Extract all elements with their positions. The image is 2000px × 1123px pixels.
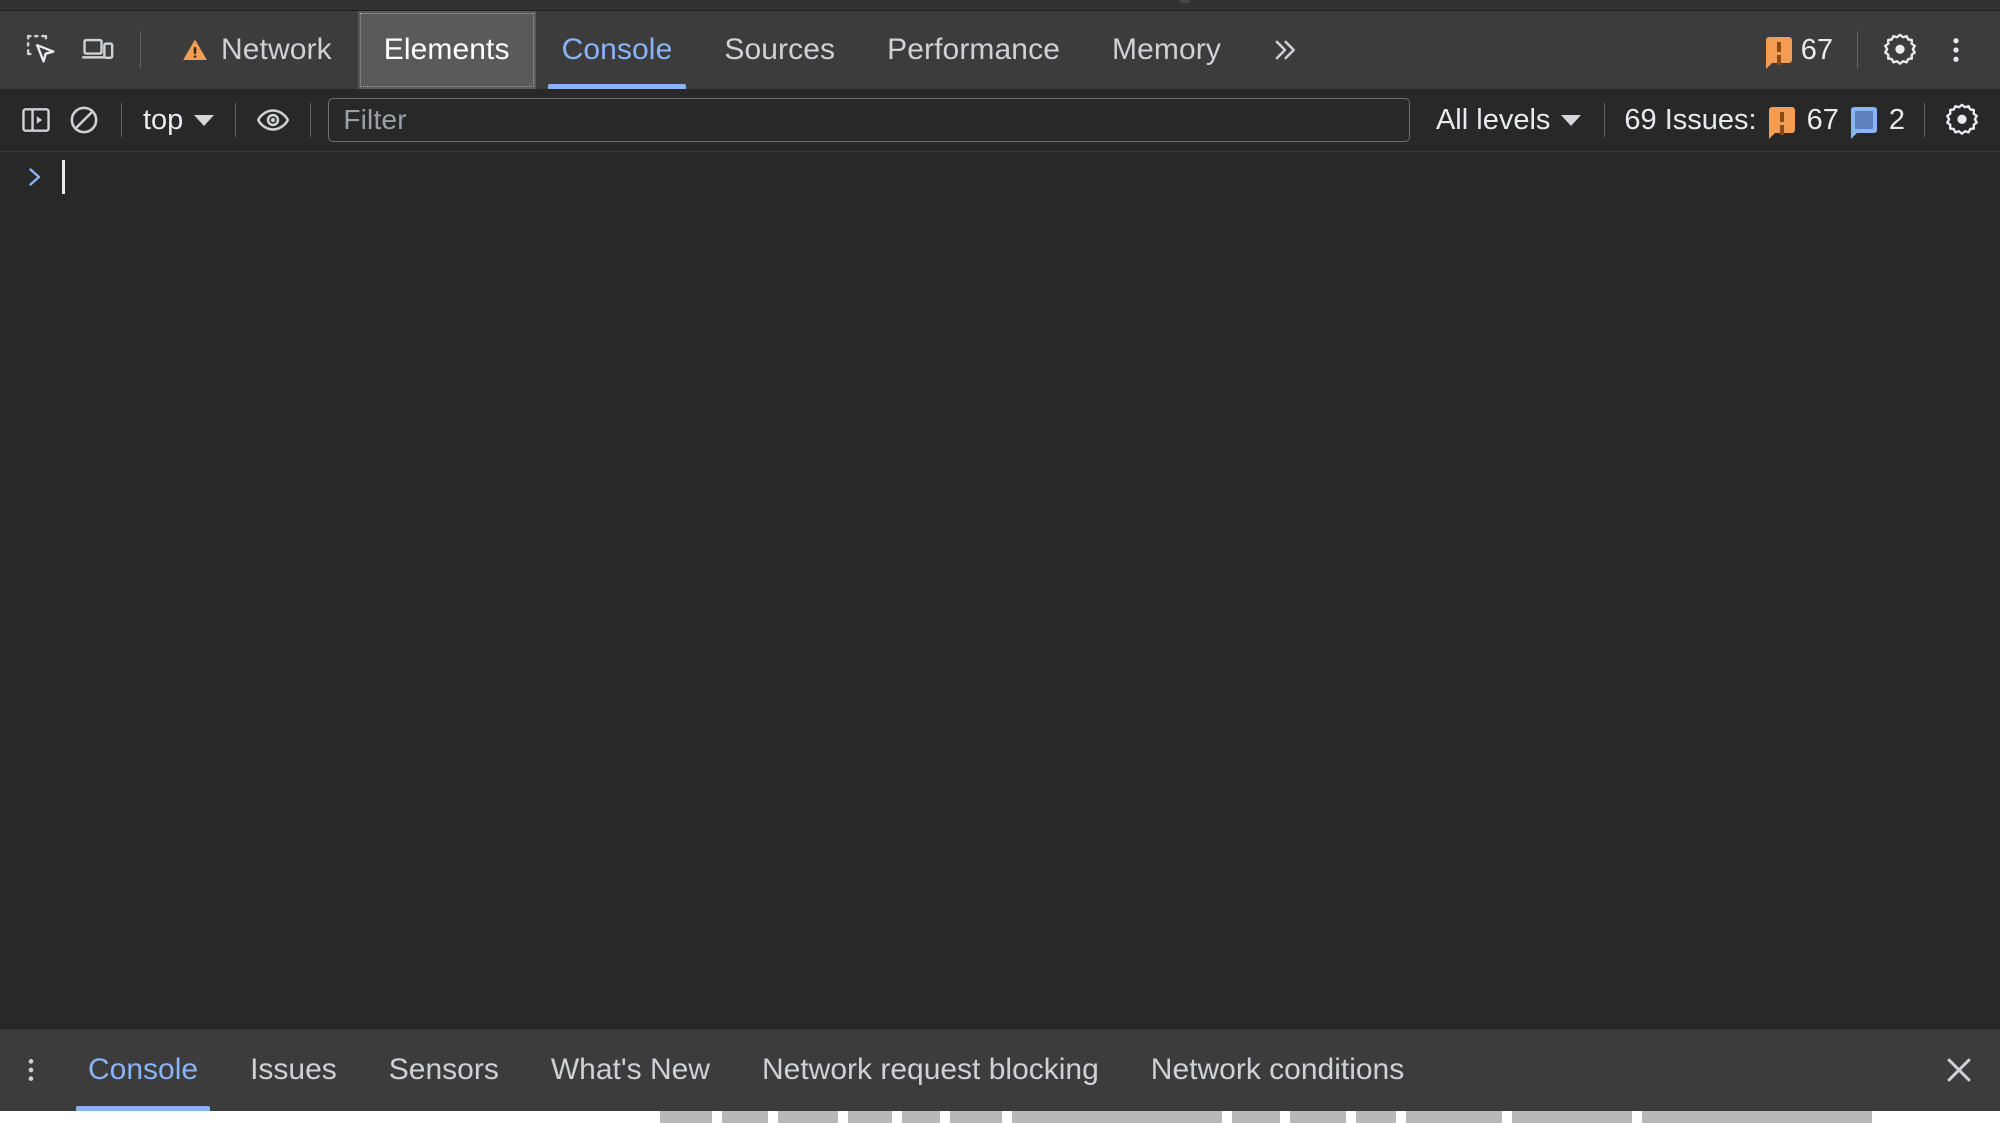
sliver-block xyxy=(950,1111,1002,1123)
tab-elements[interactable]: Elements xyxy=(358,11,536,89)
sliver-block xyxy=(848,1111,892,1123)
console-output-area[interactable] xyxy=(0,152,2000,1028)
drawer-tab-console[interactable]: Console xyxy=(62,1029,224,1111)
main-toolbar: Network Elements Console Sources Perform… xyxy=(0,11,2000,89)
drawer-kebab-icon[interactable] xyxy=(0,1029,62,1111)
tab-memory-label: Memory xyxy=(1112,33,1221,67)
filterbar-divider-5 xyxy=(1924,103,1925,137)
drawer-tabbar: Console Issues Sensors What's New Networ… xyxy=(0,1028,2000,1111)
issue-warning-badge-icon xyxy=(1769,107,1795,133)
tab-network-label: Network xyxy=(221,33,332,67)
live-expression-icon[interactable] xyxy=(249,96,297,144)
drawer-tab-whats-new[interactable]: What's New xyxy=(525,1029,736,1111)
more-tabs-chevron-icon[interactable] xyxy=(1247,11,1323,89)
tab-console-label: Console xyxy=(562,33,673,67)
panel-tabs: Network Elements Console Sources Perform… xyxy=(155,11,1323,89)
console-prompt-row[interactable] xyxy=(0,152,2000,202)
sliver-block xyxy=(1512,1111,1632,1123)
tab-console[interactable]: Console xyxy=(536,11,699,89)
execution-context-selector[interactable]: top xyxy=(135,100,222,141)
tab-sources[interactable]: Sources xyxy=(698,11,861,89)
sliver-block xyxy=(722,1111,768,1123)
devtools-window: Network Elements Console Sources Perform… xyxy=(0,0,2000,1123)
filterbar-divider-4 xyxy=(1604,103,1605,137)
drawer-tab-issues-label: Issues xyxy=(250,1053,337,1087)
drawer-tabs: Console Issues Sensors What's New Networ… xyxy=(62,1029,1430,1111)
tab-performance-label: Performance xyxy=(887,33,1060,67)
toolbar-right-divider xyxy=(1857,31,1858,69)
console-filter-toolbar: top Filter All levels 69 Issues: 67 2 xyxy=(0,89,2000,152)
issues-info-count: 2 xyxy=(1889,104,1905,137)
console-sidebar-icon[interactable] xyxy=(12,96,60,144)
tab-elements-label: Elements xyxy=(384,33,510,67)
device-toolbar-icon[interactable] xyxy=(70,22,126,78)
window-top-strip xyxy=(0,0,2000,11)
toolbar-divider xyxy=(140,31,141,69)
console-settings-gear-icon[interactable] xyxy=(1938,96,1986,144)
issues-error-count: 67 xyxy=(1807,104,1839,137)
console-filter-placeholder: Filter xyxy=(343,104,406,136)
drawer-tab-network-request-blocking[interactable]: Network request blocking xyxy=(736,1029,1125,1111)
sliver-block xyxy=(902,1111,940,1123)
drawer-tab-network-conditions-label: Network conditions xyxy=(1151,1053,1404,1087)
drawer-tab-whats-new-label: What's New xyxy=(551,1053,710,1087)
tab-performance[interactable]: Performance xyxy=(861,11,1086,89)
top-strip-notch xyxy=(1180,0,1190,3)
sliver-block xyxy=(660,1111,712,1123)
toolbar-right-controls: 67 xyxy=(1756,11,2000,89)
toolbar-issues-badge[interactable]: 67 xyxy=(1756,28,1843,73)
sliver-block xyxy=(1232,1111,1280,1123)
console-issues-summary[interactable]: 69 Issues: 67 2 xyxy=(1618,100,1911,141)
clear-console-icon[interactable] xyxy=(60,96,108,144)
chevron-down-icon xyxy=(194,115,214,126)
page-content-sliver xyxy=(0,1111,2000,1123)
sliver-block xyxy=(1012,1111,1222,1123)
sliver-block xyxy=(778,1111,838,1123)
drawer-tab-issues[interactable]: Issues xyxy=(224,1029,363,1111)
issue-info-badge-icon xyxy=(1851,107,1877,133)
double-chevron-right-icon xyxy=(1269,35,1301,65)
filterbar-divider-1 xyxy=(121,103,122,137)
filterbar-divider-2 xyxy=(235,103,236,137)
tab-memory[interactable]: Memory xyxy=(1086,11,1247,89)
console-input-caret xyxy=(62,160,65,194)
inspect-element-icon[interactable] xyxy=(14,22,70,78)
log-level-selector[interactable]: All levels xyxy=(1426,100,1591,141)
tab-sources-label: Sources xyxy=(724,33,835,67)
sliver-block xyxy=(1356,1111,1396,1123)
drawer-tab-sensors[interactable]: Sensors xyxy=(363,1029,525,1111)
filterbar-divider-3 xyxy=(310,103,311,137)
chevron-down-icon xyxy=(1561,115,1581,126)
toolbar-issue-count: 67 xyxy=(1801,34,1833,67)
issues-label: 69 Issues: xyxy=(1624,104,1756,137)
sliver-block xyxy=(1406,1111,1502,1123)
kebab-menu-icon[interactable] xyxy=(1928,22,1984,78)
sliver-block xyxy=(1642,1111,1872,1123)
drawer-tab-network-request-blocking-label: Network request blocking xyxy=(762,1053,1099,1087)
log-level-label: All levels xyxy=(1436,104,1550,137)
issue-warning-badge-icon xyxy=(1766,37,1792,63)
toolbar-left-controls xyxy=(0,11,155,89)
prompt-chevron-icon xyxy=(18,164,52,190)
drawer-tab-network-conditions[interactable]: Network conditions xyxy=(1125,1029,1430,1111)
warning-triangle-icon xyxy=(181,36,209,64)
execution-context-label: top xyxy=(143,104,183,137)
gear-icon[interactable] xyxy=(1872,22,1928,78)
drawer-tab-console-label: Console xyxy=(88,1053,198,1087)
close-icon[interactable] xyxy=(1918,1029,2000,1111)
sliver-block xyxy=(1290,1111,1346,1123)
tab-network[interactable]: Network xyxy=(155,11,358,89)
console-filter-input[interactable]: Filter xyxy=(328,98,1410,142)
drawer-tab-sensors-label: Sensors xyxy=(389,1053,499,1087)
